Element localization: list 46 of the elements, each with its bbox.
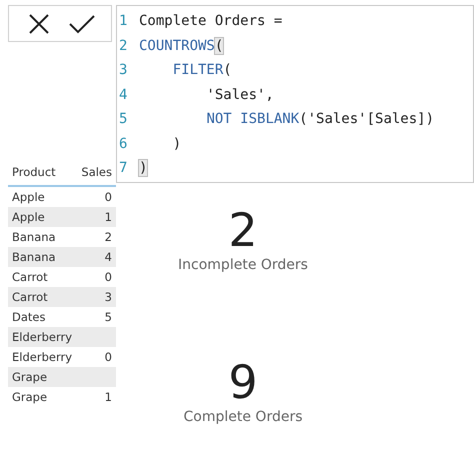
code-text: Complete Orders = — [139, 13, 282, 30]
table-cell-text: Banana — [11, 230, 57, 244]
table-cell-text: 4 — [104, 250, 113, 264]
card-value: 9 — [228, 355, 258, 409]
table-cell-text: 1 — [104, 210, 113, 224]
table-cell-text: Elderberry — [11, 330, 73, 344]
line-number: 3 — [118, 62, 128, 78]
line-number: 1 — [118, 13, 128, 30]
table-cell-text: Carrot — [11, 270, 49, 284]
table-cell-text: Apple — [11, 210, 46, 224]
line-number: 7 — [118, 160, 128, 176]
table-cell-text: 2 — [104, 230, 113, 244]
line-number: 6 — [118, 136, 128, 152]
line-number: 2 — [118, 38, 128, 54]
table-cell-text: 0 — [104, 270, 113, 284]
function-name: NOT ISBLANK — [206, 111, 300, 128]
card-value: 2 — [228, 203, 258, 257]
code-text: ('Sales'[Sales]) — [299, 111, 434, 128]
table-cell-text: 3 — [104, 290, 113, 304]
code-text: 'Sales', — [205, 86, 274, 103]
function-name: COUNTROWS — [139, 38, 215, 54]
table-cell-text: Apple — [11, 190, 46, 204]
function-name: FILTER — [172, 62, 224, 78]
table-cell-text: Banana — [11, 250, 57, 264]
table-cell-text: Elderberry — [11, 350, 73, 364]
card-label: Incomplete Orders — [178, 257, 308, 273]
table-cell-text: 1 — [104, 390, 113, 404]
matched-bracket: ) — [139, 160, 148, 176]
column-header[interactable]: Sales — [72, 165, 116, 179]
table-cell-text: 0 — [104, 190, 113, 204]
table-cell-text: Carrot — [11, 290, 49, 304]
table-cell-text: Grape — [11, 390, 48, 404]
checkmark-icon — [68, 14, 94, 34]
line-number: 5 — [118, 111, 128, 128]
table-cell-text: 0 — [104, 350, 113, 364]
table-cell-text: Dates — [11, 310, 46, 324]
formula-editor[interactable]: 1 Complete Orders = 2 COUNTROWS( 3 FILTER( 4 'Sales', 5 NOT ISBLANK('Sales'[Sales]) 6 ) 7 ) — [116, 5, 474, 183]
close-icon — [28, 12, 50, 34]
table-cell-text: Grape — [11, 370, 48, 384]
column-header[interactable]: Product — [8, 165, 72, 179]
line-number: 4 — [118, 86, 128, 103]
matched-bracket: ( — [214, 38, 224, 54]
code-text: ( — [223, 62, 232, 78]
card-label: Complete Orders — [184, 409, 302, 425]
table-cell-text: 5 — [104, 310, 113, 324]
code-text: ) — [172, 136, 182, 152]
